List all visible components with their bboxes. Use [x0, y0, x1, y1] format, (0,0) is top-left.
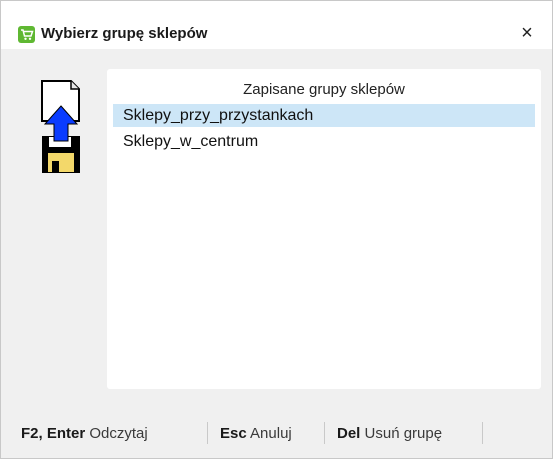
load-from-disk-icon[interactable]: [39, 79, 83, 173]
divider: [207, 422, 208, 444]
hint-read[interactable]: F2, Enter Odczytaj: [21, 425, 148, 442]
list-item[interactable]: Sklepy_przy_przystankach: [113, 104, 535, 127]
saved-groups-list[interactable]: Zapisane grupy sklepów Sklepy_przy_przys…: [107, 69, 541, 389]
hint-key: Del: [337, 425, 361, 442]
shopping-cart-icon: [18, 26, 35, 43]
hint-delete[interactable]: Del Usuń grupę: [337, 425, 442, 442]
hint-action: Anuluj: [250, 425, 292, 442]
close-icon: ×: [521, 21, 533, 44]
list-item[interactable]: Sklepy_w_centrum: [113, 130, 535, 153]
dialog-window: Wybierz grupę sklepów × Zapisane grupy s…: [0, 0, 553, 459]
divider: [482, 422, 483, 444]
hint-key: F2, Enter: [21, 425, 86, 442]
hint-cancel[interactable]: Esc Anuluj: [220, 425, 292, 442]
window-title: Wybierz grupę sklepów: [41, 25, 208, 42]
hint-action: Usuń grupę: [364, 425, 443, 442]
divider: [324, 422, 325, 444]
status-bar: F2, Enter Odczytaj Esc Anuluj Del Usuń g…: [1, 413, 552, 453]
close-button[interactable]: ×: [512, 19, 542, 47]
hint-action: Odczytaj: [89, 425, 148, 442]
list-header: Zapisane grupy sklepów: [243, 81, 405, 98]
title-bar: Wybierz grupę sklepów ×: [1, 1, 552, 49]
hint-key: Esc: [220, 425, 247, 442]
